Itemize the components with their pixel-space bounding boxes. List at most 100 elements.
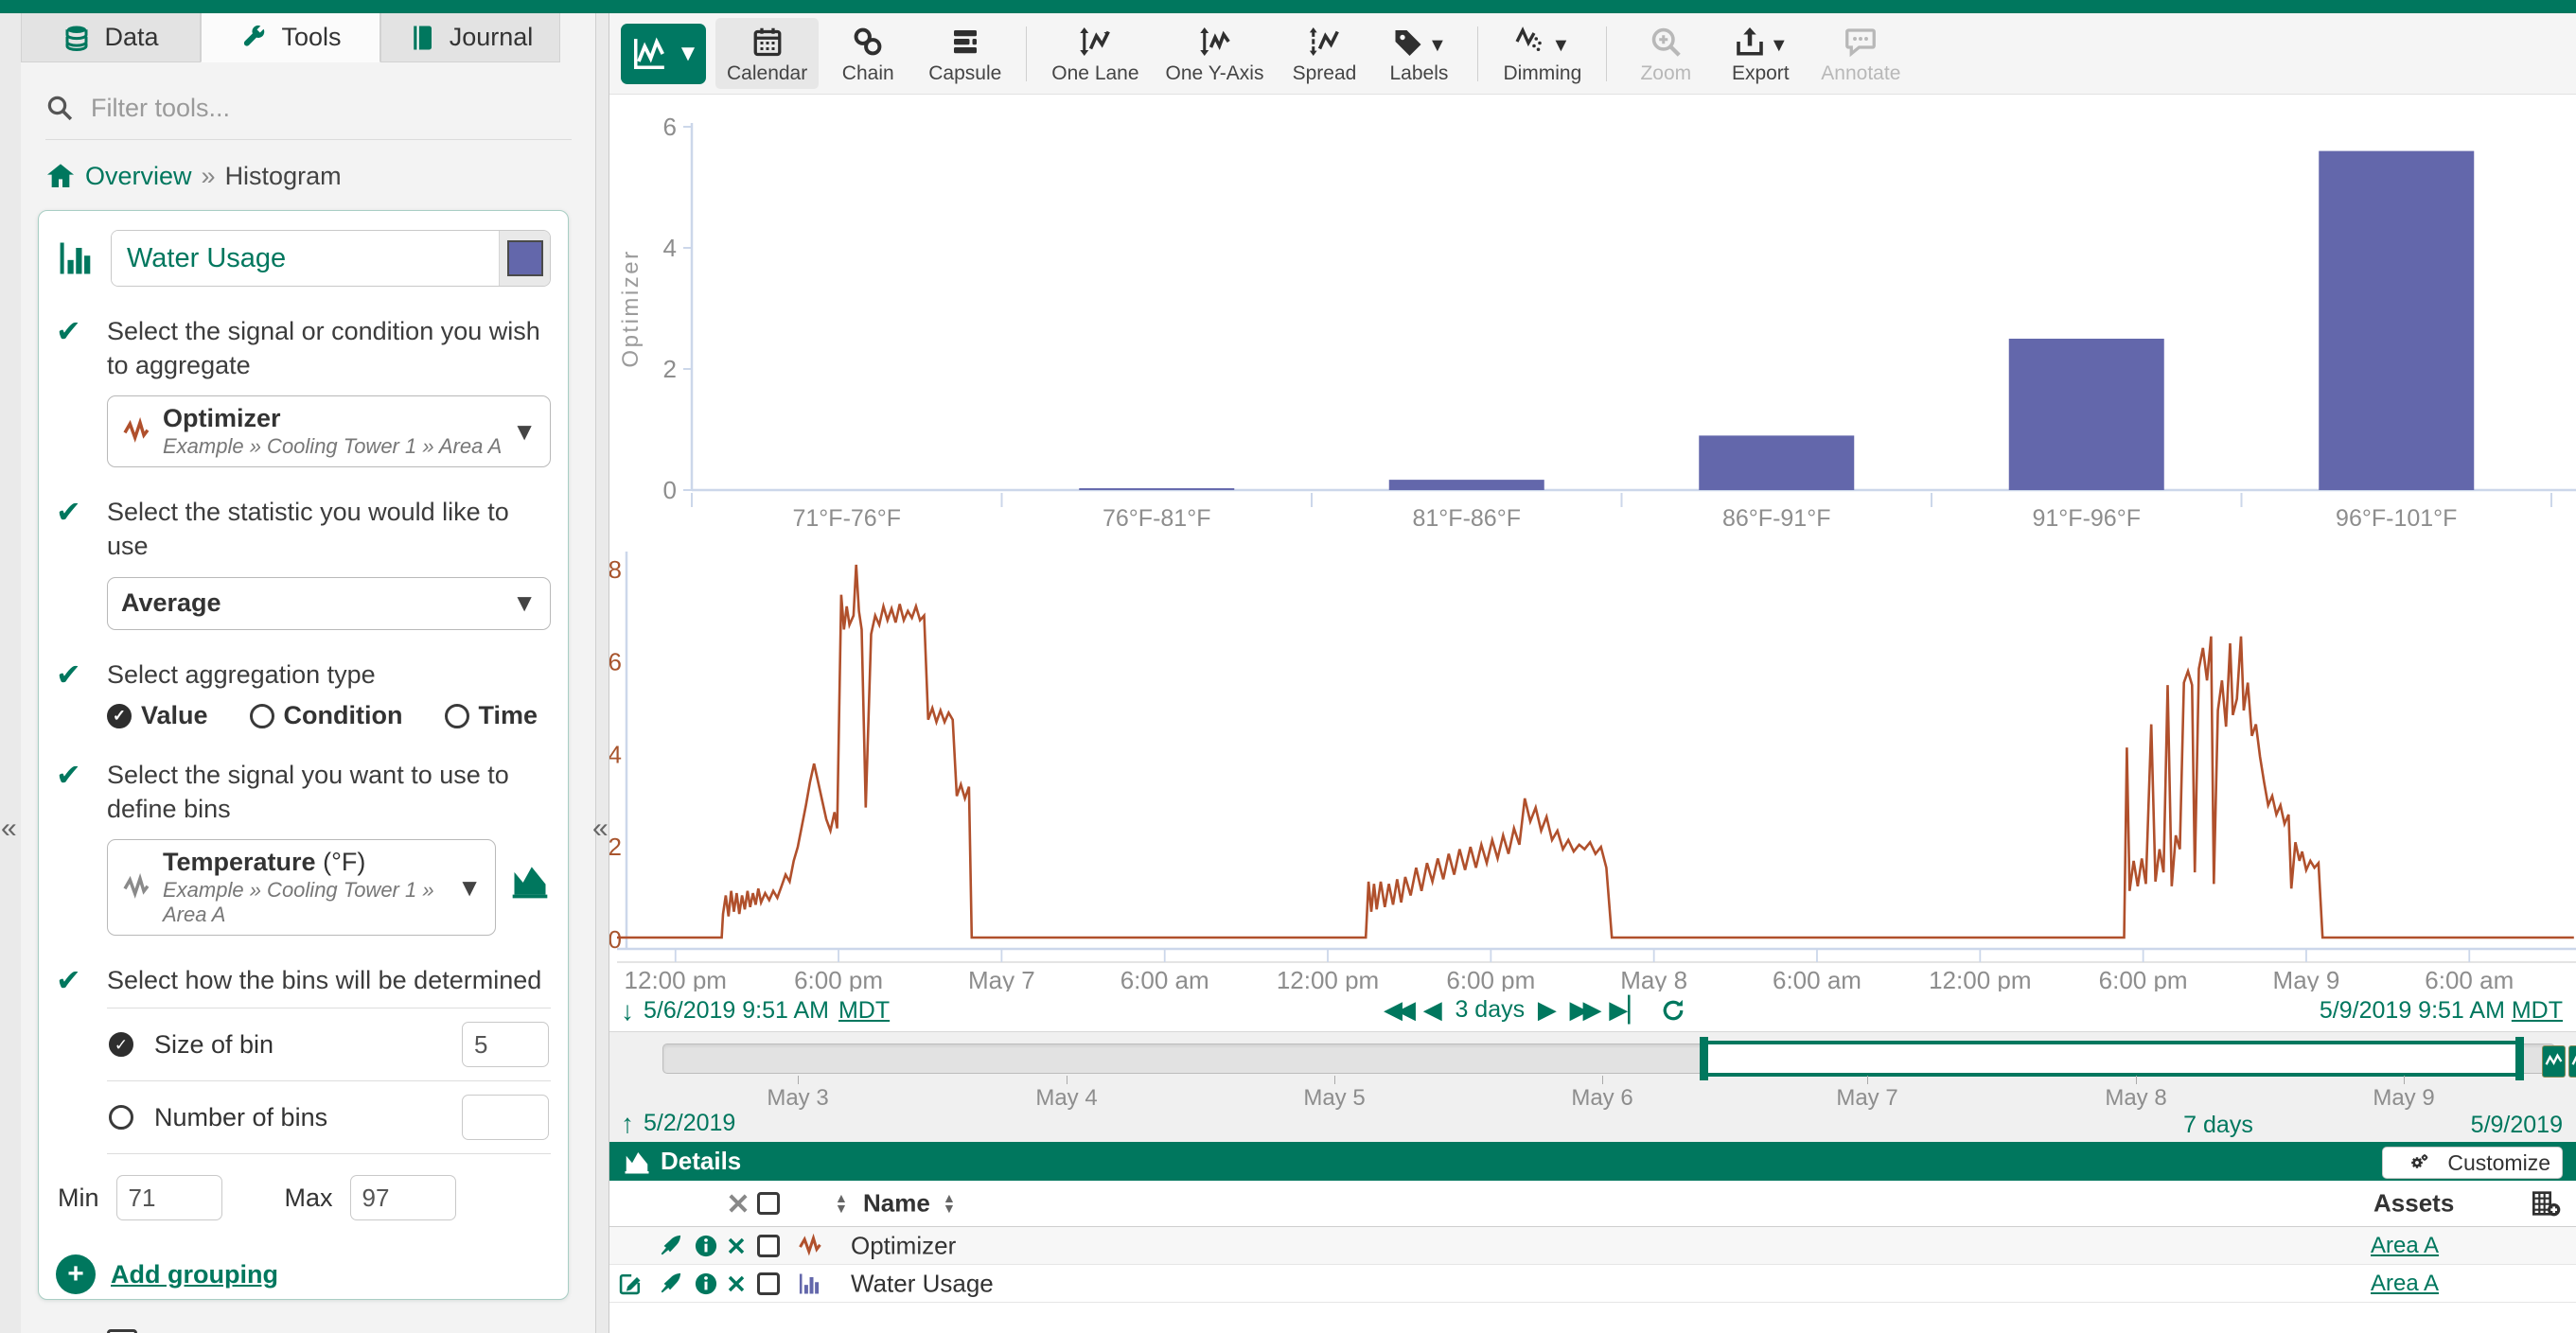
tab-journal[interactable]: Journal	[380, 13, 560, 62]
breadcrumb-overview[interactable]: Overview	[85, 162, 192, 191]
max-label: Max	[285, 1184, 333, 1213]
refresh-icon[interactable]	[1660, 997, 1686, 1024]
toolbar-dimming-button[interactable]: ▼Dimming	[1491, 18, 1593, 89]
info-icon[interactable]	[693, 1233, 719, 1259]
remove-icon[interactable]	[725, 1272, 748, 1295]
toolbar-export-button[interactable]: ▼Export	[1715, 18, 1806, 89]
range-start-text[interactable]: 5/6/2019 9:51 AM	[644, 997, 829, 1025]
toolbar-item-label: Labels	[1390, 62, 1449, 85]
sort-icon[interactable]: ▲▼	[943, 1193, 956, 1214]
svg-text:91°F-96°F: 91°F-96°F	[2033, 505, 2141, 532]
aggregation-radio-condition[interactable]: Condition	[250, 701, 403, 730]
asset-link[interactable]: Area A	[2371, 1233, 2439, 1259]
toolbar-chain-button[interactable]: Chain	[822, 18, 913, 89]
display-mode-button[interactable]: ▼	[621, 24, 706, 84]
collapse-left-icon[interactable]: «	[1, 813, 17, 845]
rocket-icon[interactable]	[657, 1271, 683, 1297]
min-input[interactable]	[116, 1175, 222, 1220]
trend-icon	[627, 36, 671, 72]
left-collapse-rail[interactable]: «	[0, 13, 22, 1333]
histogram-icon	[797, 1271, 823, 1297]
aggregation-section: ✔ Select aggregation type ✓ValueConditio…	[56, 658, 551, 731]
selection-right-handle[interactable]	[2515, 1037, 2524, 1080]
chevron-down-icon: ▼	[1551, 35, 1570, 59]
toolbar-one-y-axis-button[interactable]: One Y-Axis	[1155, 18, 1276, 89]
range-end-timezone[interactable]: MDT	[2512, 997, 2563, 1024]
tab-tools[interactable]: Tools	[201, 13, 380, 62]
color-picker-button[interactable]	[499, 231, 550, 286]
rocket-icon[interactable]	[657, 1233, 683, 1259]
timeline-end-date[interactable]: 5/9/2019	[2471, 1112, 2563, 1139]
size-of-bin-input[interactable]	[462, 1022, 549, 1067]
timeline-day-label: May 4	[1035, 1085, 1097, 1112]
timeline-selection[interactable]	[1704, 1041, 2519, 1077]
step-to-end-button[interactable]: ▶▏	[1609, 995, 1647, 1025]
step-back-full-button[interactable]: ◀◀	[1384, 995, 1410, 1025]
tab-data[interactable]: Data	[21, 13, 201, 62]
range-end[interactable]: 5/9/2019 9:51 AM MDT	[2320, 997, 2563, 1025]
search-icon	[45, 94, 74, 122]
name-column-header[interactable]: Name	[863, 1189, 930, 1219]
remove-all-icon[interactable]	[725, 1190, 751, 1217]
timeline-start[interactable]: ↑ 5/2/2019	[621, 1110, 735, 1137]
add-column-icon[interactable]	[2531, 1188, 2561, 1219]
svg-text:6: 6	[609, 648, 622, 676]
range-end-text[interactable]: 5/9/2019 9:51 AM	[2320, 997, 2505, 1024]
svg-text:81°F-86°F: 81°F-86°F	[1413, 505, 1521, 532]
database-icon	[62, 24, 91, 52]
asset-link[interactable]: Area A	[2371, 1271, 2439, 1297]
timeline-start-date[interactable]: 5/2/2019	[644, 1110, 735, 1137]
row-checkbox[interactable]	[757, 1272, 780, 1295]
selection-left-handle[interactable]	[1700, 1037, 1708, 1080]
range-start[interactable]: ↓ 5/6/2019 9:51 AM MDT	[621, 997, 890, 1025]
aggregation-radio-value[interactable]: ✓Value	[107, 701, 208, 730]
sort-icon[interactable]: ▲▼	[835, 1193, 848, 1214]
table-row: Water UsageArea A	[609, 1265, 2576, 1303]
toolbar-labels-button[interactable]: ▼Labels	[1373, 18, 1464, 89]
signal-select[interactable]: Optimizer Example » Cooling Tower 1 » Ar…	[107, 395, 551, 467]
svg-text:86°F-91°F: 86°F-91°F	[1722, 505, 1830, 532]
include-empty-bins-checkbox[interactable]	[107, 1329, 137, 1333]
step-back-half-button[interactable]: ◀	[1423, 995, 1442, 1025]
row-checkbox[interactable]	[757, 1235, 780, 1257]
range-duration[interactable]: 3 days	[1455, 996, 1525, 1024]
timeline-duration[interactable]: 7 days	[2183, 1112, 2253, 1139]
home-icon[interactable]	[45, 161, 76, 191]
select-all-checkbox[interactable]	[757, 1192, 780, 1215]
max-input[interactable]	[350, 1175, 456, 1220]
histogram-chart[interactable]: 0246Optimizer71°F-76°F76°F-81°F81°F-86°F…	[609, 95, 2576, 541]
timeline-track[interactable]	[662, 1044, 2555, 1074]
toolbar-capsule-button[interactable]: Capsule	[917, 18, 1013, 89]
aggregation-radio-time[interactable]: Time	[445, 701, 538, 730]
trend-chart[interactable]: 0246812:00 pm6:00 pmMay 76:00 am12:00 pm…	[609, 544, 2576, 991]
range-start-timezone[interactable]: MDT	[838, 997, 890, 1025]
statistic-select[interactable]: Average ▼	[107, 577, 551, 630]
sidebar-divider	[45, 139, 572, 140]
number-of-bins-radio[interactable]	[109, 1105, 133, 1130]
size-of-bin-radio[interactable]: ✓	[109, 1032, 133, 1057]
step-forward-half-button[interactable]: ▶	[1538, 995, 1557, 1025]
include-empty-bins-row: ✔ Include empty bins	[56, 1326, 551, 1333]
top-accent-bar	[0, 0, 2576, 13]
tool-name-input[interactable]	[112, 231, 499, 286]
pencil-icon[interactable]	[617, 1271, 644, 1297]
svg-text:6:00 am: 6:00 am	[1773, 966, 1861, 991]
customize-button[interactable]: Customize	[2382, 1147, 2563, 1179]
sidebar-collapse-handle[interactable]: «	[596, 13, 609, 1333]
remove-icon[interactable]	[725, 1235, 748, 1257]
number-of-bins-input[interactable]	[462, 1095, 549, 1140]
toolbar-spread-button[interactable]: Spread	[1279, 18, 1369, 89]
auto-update-icon[interactable]	[2542, 1045, 2576, 1078]
chevron-down-icon: ▼	[512, 588, 537, 618]
area-chart-icon[interactable]	[509, 860, 551, 902]
add-grouping-link[interactable]: + Add grouping	[56, 1254, 551, 1294]
step-forward-full-button[interactable]: ▶▶	[1570, 995, 1597, 1025]
filter-tools-input[interactable]	[89, 93, 572, 124]
toolbar-calendar-button[interactable]: Calendar	[715, 18, 819, 89]
collapse-sidebar-icon[interactable]: «	[592, 813, 609, 845]
export-icon	[1733, 25, 1767, 59]
info-icon[interactable]	[693, 1271, 719, 1297]
bin-signal-select[interactable]: Temperature (°F) Example » Cooling Tower…	[107, 839, 496, 936]
svg-text:6: 6	[663, 113, 677, 141]
toolbar-one-lane-button[interactable]: One Lane	[1040, 18, 1150, 89]
